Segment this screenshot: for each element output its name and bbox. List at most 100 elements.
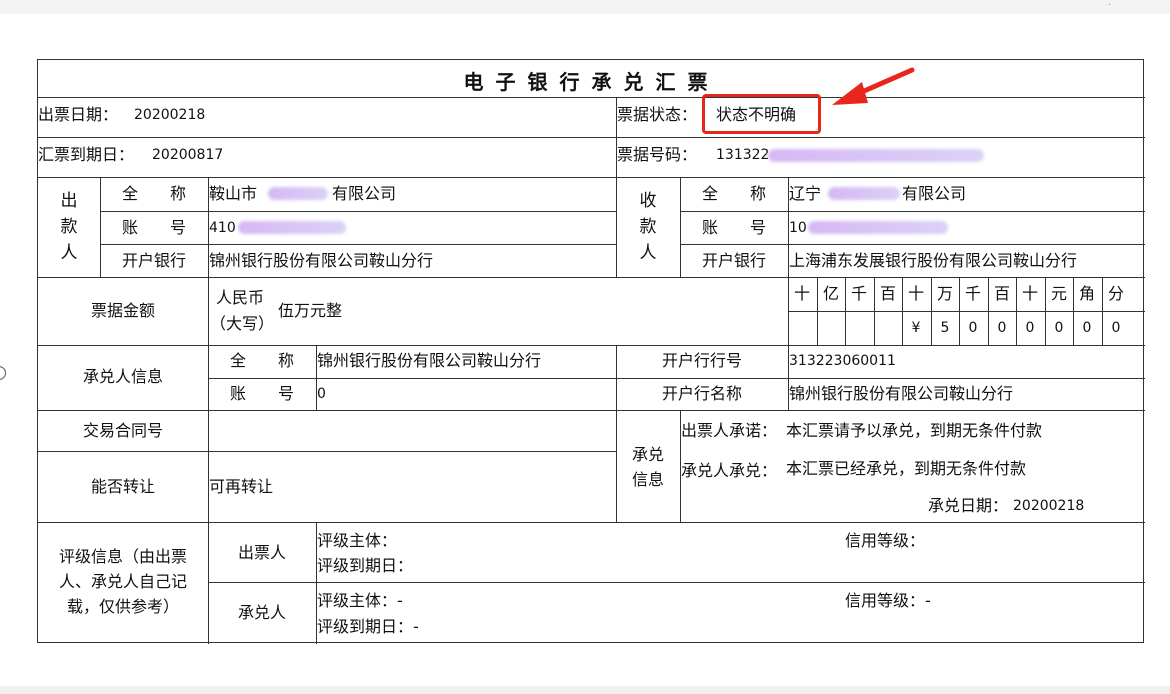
col-divider [616, 410, 617, 522]
bill-title: 电子银行承兑汇票 [463, 70, 720, 94]
payee-bank-value: 上海浦东发展银行股份有限公司鞍山分行 [789, 251, 1078, 270]
rating-drawer-expiry: 评级到期日： [317, 556, 414, 575]
acceptor-bank-name-value: 锦州银行股份有限公司鞍山分行 [789, 384, 1014, 403]
digit-unit-header: 分 [1107, 284, 1124, 303]
acceptor-account-label: 账 号 [229, 384, 294, 403]
rating-label-line1: 评级信息（由出票 [58, 547, 187, 566]
digit-unit-header: 十 [907, 284, 924, 303]
row-divider [38, 177, 1145, 178]
rating-label-line3: 载，仅供参考） [66, 597, 179, 616]
redaction-mark [808, 221, 948, 234]
bill-no-label: 票据号码： [617, 145, 698, 164]
rating-label-line2: 人、承兑人自己记 [58, 572, 187, 591]
bill-no-value: 131322 [716, 147, 770, 163]
acceptor-bank-no-label: 开户行行号 [661, 351, 742, 370]
amount-label: 票据金额 [90, 301, 155, 320]
digit-value: 0 [1111, 320, 1121, 336]
digit-value: 5 [940, 320, 950, 336]
digit-unit-header: 千 [850, 284, 867, 303]
corner-mark: · [1108, 0, 1112, 11]
radio-marker-icon [0, 366, 6, 380]
payee-name-label: 全 称 [701, 184, 766, 203]
issue-date-value: 20200218 [134, 107, 206, 123]
acceptor-promise-label: 承兑人承兑： [681, 461, 778, 480]
row-divider [208, 378, 1145, 379]
digit-value: 0 [1025, 320, 1035, 336]
digit-unit-header: 百 [879, 284, 896, 303]
due-date-value: 20200817 [152, 147, 224, 163]
drawer-bank-label: 开户银行 [121, 251, 186, 270]
drawer-account-prefix: 410 [209, 220, 236, 236]
digit-value: 0 [1054, 320, 1064, 336]
issue-date-label: 出票日期： [38, 105, 119, 124]
row-divider [100, 211, 616, 212]
redaction-mark [828, 187, 900, 200]
rating-drawer-label: 出票人 [237, 543, 286, 562]
digit-value: 0 [968, 320, 978, 336]
digit-value: 0 [997, 320, 1007, 336]
acceptor-name-label: 全 称 [229, 351, 294, 370]
redaction-mark [238, 221, 346, 234]
accept-date-label: 承兑日期： [928, 496, 1009, 515]
digit-unit-header: 亿 [822, 284, 839, 303]
window-top-strip [0, 0, 1170, 14]
row-divider [38, 451, 616, 452]
row-divider [680, 244, 1145, 245]
drawer-bank-value: 锦州银行股份有限公司鞍山分行 [209, 251, 434, 270]
amount-words: 伍万元整 [278, 301, 343, 320]
col-divider [208, 410, 209, 522]
rating-acceptor-label: 承兑人 [237, 603, 286, 622]
row-divider [100, 244, 616, 245]
amount-currency-note: （大写） [210, 314, 275, 333]
drawer-account-label: 账 号 [121, 218, 186, 237]
rating-acceptor-entity: 评级主体：- [317, 591, 403, 610]
drawer-name-label: 全 称 [121, 184, 186, 203]
acceptor-promise-value: 本汇票已经承兑，到期无条件付款 [786, 459, 1027, 478]
status-value: 状态不明确 [716, 105, 797, 124]
payee-account-prefix: 10 [789, 220, 807, 236]
payee-bank-label: 开户银行 [701, 251, 766, 270]
digit-unit-header: 万 [936, 284, 953, 303]
window-bottom-strip [0, 686, 1170, 694]
due-date-label: 汇票到期日： [38, 145, 135, 164]
digit-unit-header: 十 [1021, 284, 1038, 303]
row-divider [680, 211, 1145, 212]
payee-name-suffix: 有限公司 [902, 184, 967, 203]
drawer-name-suffix: 有限公司 [332, 184, 397, 203]
acceptance-label-line2: 信息 [631, 470, 664, 489]
digit-unit-header: 十 [793, 284, 810, 303]
drawer-promise-value: 本汇票请予以承兑，到期无条件付款 [786, 421, 1043, 440]
row-divider [38, 97, 1145, 98]
rating-acceptor-grade: 信用等级：- [845, 591, 931, 610]
payee-name-prefix: 辽宁 [789, 184, 822, 203]
amount-currency: 人民币 [216, 288, 265, 307]
digit-unit-header: 角 [1078, 284, 1095, 303]
rating-drawer-grade: 信用等级： [845, 531, 926, 550]
digit-unit-header: 元 [1050, 284, 1067, 303]
acceptance-bill: 电子银行承兑汇票 出票日期： 20200218 汇票到期日： 20200817 … [37, 59, 1145, 644]
digit-value: ¥ [911, 320, 921, 336]
rating-acceptor-expiry: 评级到期日：- [317, 617, 419, 636]
rating-drawer-entity: 评级主体： [317, 531, 398, 550]
transfer-value: 可再转让 [209, 477, 274, 496]
row-divider [38, 277, 1145, 278]
acceptor-account-value: 0 [317, 386, 326, 402]
drawer-name-prefix: 鞍山市 [209, 184, 258, 203]
acceptor-info-label: 承兑人信息 [82, 367, 163, 386]
row-divider [38, 410, 1145, 411]
row-divider [788, 311, 1145, 312]
redaction-mark [768, 149, 984, 162]
contract-label: 交易合同号 [82, 421, 163, 440]
col-divider [208, 522, 209, 644]
row-divider [38, 522, 1145, 523]
status-label: 票据状态： [617, 105, 698, 124]
acceptor-bank-no-value: 313223060011 [789, 353, 896, 369]
digit-value: 0 [1082, 320, 1092, 336]
acceptor-name-value: 锦州银行股份有限公司鞍山分行 [317, 351, 542, 370]
digit-unit-header: 千 [964, 284, 981, 303]
acceptor-bank-name-label: 开户行名称 [661, 384, 742, 403]
row-divider [208, 582, 1145, 583]
drawer-side-label: 出款人 [60, 191, 78, 263]
digit-unit-header: 百 [993, 284, 1010, 303]
accept-date-value: 20200218 [1013, 498, 1085, 514]
